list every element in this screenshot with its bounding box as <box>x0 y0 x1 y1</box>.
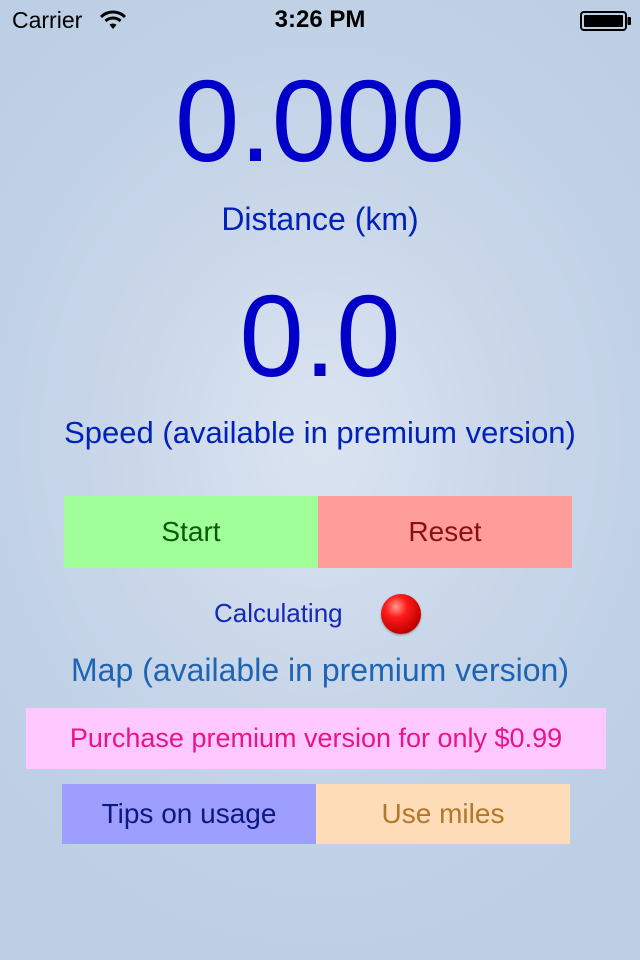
start-button[interactable]: Start <box>64 496 318 568</box>
map-label[interactable]: Map (available in premium version) <box>0 652 640 689</box>
speed-value: 0.0 <box>239 271 401 401</box>
status-bar: Carrier 3:26 PM <box>0 0 640 40</box>
distance-label: Distance (km) <box>221 201 419 237</box>
status-light-icon <box>381 594 421 634</box>
calculating-label: Calculating <box>214 598 343 628</box>
distance-value: 0.000 <box>174 56 466 186</box>
purchase-premium-button[interactable]: Purchase premium version for only $0.99 <box>26 708 606 769</box>
use-miles-button[interactable]: Use miles <box>316 784 570 844</box>
speed-label: Speed (available in premium version) <box>64 415 576 450</box>
status-time: 3:26 PM <box>274 6 366 33</box>
reset-button[interactable]: Reset <box>318 496 572 568</box>
tips-button[interactable]: Tips on usage <box>62 784 316 844</box>
battery-icon <box>580 11 631 31</box>
